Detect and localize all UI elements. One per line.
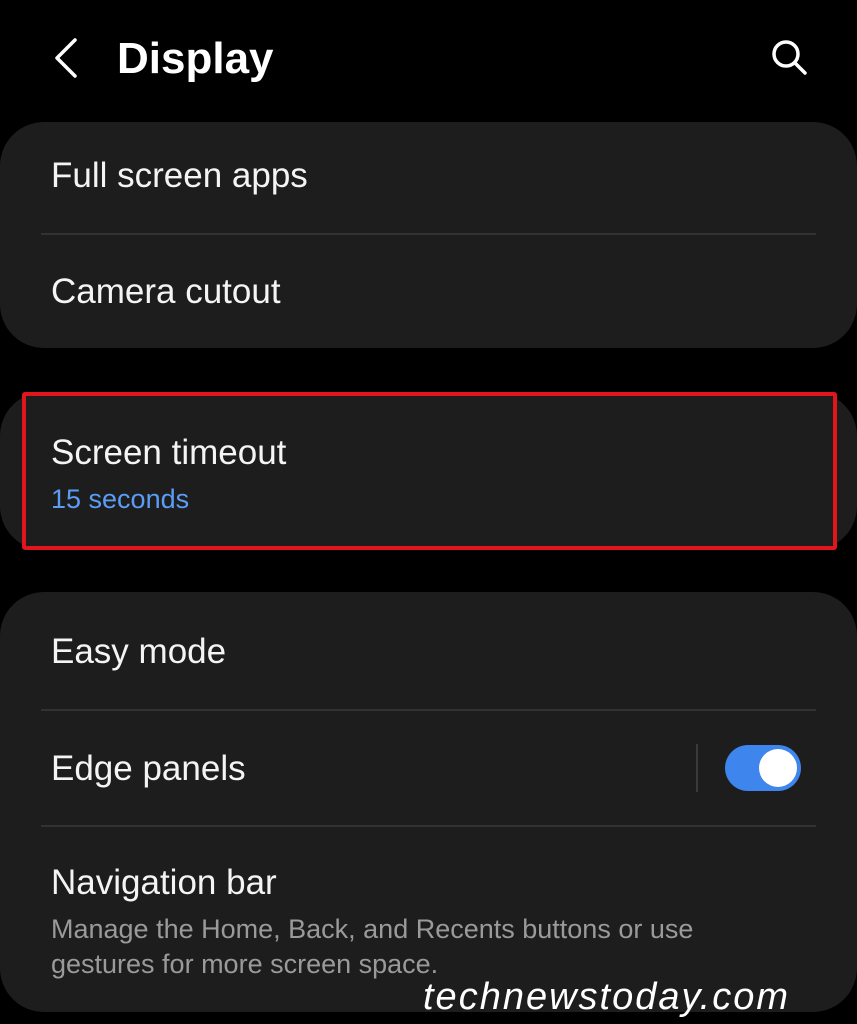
setting-label: Full screen apps — [51, 156, 308, 195]
app-bar: Display — [0, 0, 857, 118]
watermark: technewstoday.com — [423, 976, 791, 1018]
setting-label: Camera cutout — [51, 272, 281, 311]
edge-panels-toggle[interactable] — [725, 745, 801, 791]
chevron-left-icon — [55, 38, 77, 78]
page-title: Display — [117, 34, 274, 83]
setting-label: Easy mode — [51, 632, 227, 671]
setting-item-camera-cutout[interactable]: Camera cutout — [0, 235, 857, 348]
back-button[interactable] — [40, 30, 92, 86]
settings-group-general: Full screen apps Camera cutout — [0, 122, 857, 348]
setting-label: Navigation bar — [51, 863, 277, 902]
setting-item-easy-mode[interactable]: Easy mode — [0, 592, 857, 709]
toggle-knob — [759, 749, 797, 787]
setting-label: Edge panels — [51, 749, 246, 788]
toggle-separator — [696, 744, 698, 792]
settings-group-interaction: Easy mode Edge panels Navigation bar Man… — [0, 592, 857, 1012]
search-button[interactable] — [760, 32, 818, 82]
search-icon — [772, 40, 807, 75]
highlight-box — [22, 392, 837, 550]
setting-item-full-screen-apps[interactable]: Full screen apps — [0, 122, 857, 234]
